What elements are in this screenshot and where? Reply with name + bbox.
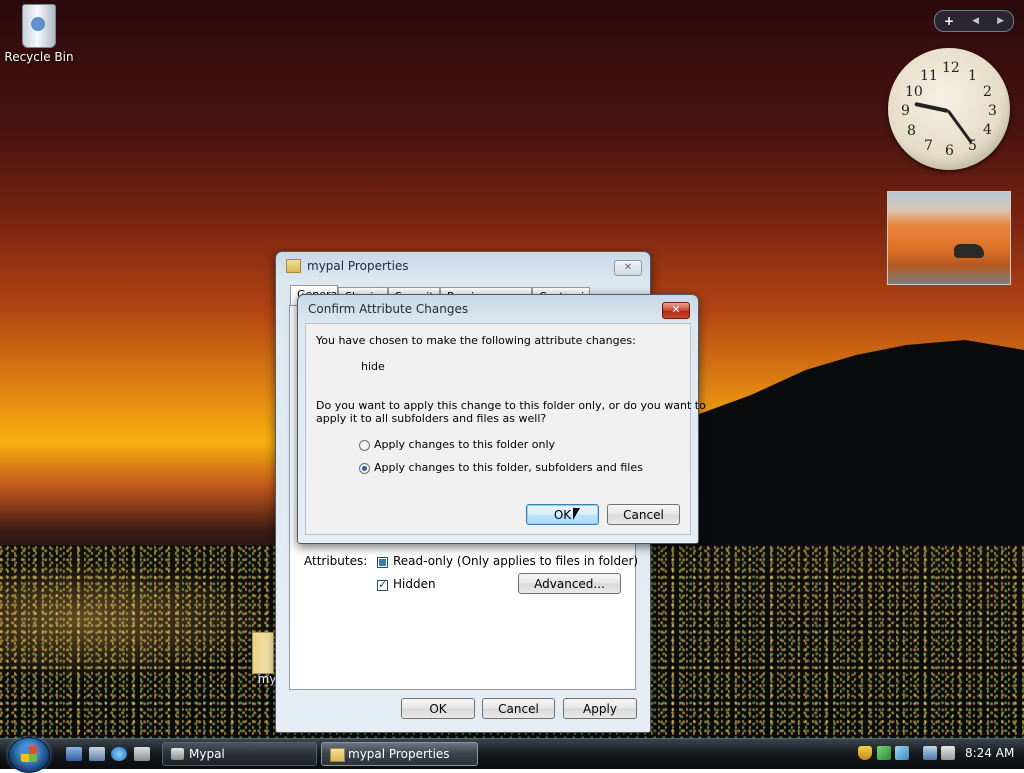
properties-apply-button[interactable]: Apply [563, 698, 637, 719]
confirm-title: Confirm Attribute Changes [308, 302, 469, 316]
recycle-bin-label: Recycle Bin [4, 50, 74, 64]
clock-number-7: 7 [924, 138, 933, 154]
prev-gadget-button[interactable]: ◀ [972, 16, 979, 26]
sidebar-controls: + ◀ ▶ [934, 10, 1014, 32]
defender-icon[interactable] [877, 746, 891, 760]
radio-all-subfolders-label[interactable]: Apply changes to this folder, subfolders… [374, 461, 643, 474]
taskbar-item-mypal[interactable]: Mypal [162, 742, 317, 766]
properties-title: mypal Properties [307, 259, 409, 273]
folder-icon [252, 632, 274, 674]
system-tray: 8:24 AM [855, 743, 1024, 765]
clock-number-2: 2 [983, 84, 992, 100]
clock-minute-hand [946, 109, 973, 144]
update-icon[interactable] [895, 746, 909, 760]
mouse-cursor-icon [573, 508, 580, 520]
switch-windows-icon[interactable] [89, 747, 105, 761]
clock-number-12: 12 [942, 60, 960, 76]
advanced-button[interactable]: Advanced... [518, 573, 621, 594]
confirm-ok-button[interactable]: OK [526, 504, 599, 525]
properties-titlebar[interactable]: mypal Properties [276, 252, 650, 280]
change-item: hide [361, 360, 385, 373]
hidden-label: Hidden [393, 577, 436, 591]
radio-all-subfolders[interactable] [359, 463, 370, 474]
confirm-attribute-dialog: Confirm Attribute Changes ✕ You have cho… [297, 294, 706, 544]
clock-number-8: 8 [907, 123, 916, 139]
confirm-question-line1: Do you want to apply this change to this… [316, 399, 706, 412]
mypal-quicklaunch-icon[interactable] [134, 747, 150, 761]
internet-explorer-icon[interactable] [111, 747, 127, 761]
confirm-cancel-button[interactable]: Cancel [607, 504, 680, 525]
folder-icon [330, 748, 345, 762]
confirm-close-button[interactable]: ✕ [662, 302, 690, 319]
taskbar-item-properties-label: mypal Properties [348, 747, 450, 761]
clock-number-10: 10 [905, 84, 923, 100]
readonly-label: Read-only (Only applies to files in fold… [393, 554, 639, 568]
clock-number-4: 4 [983, 122, 992, 138]
network-icon[interactable] [923, 746, 937, 760]
folder-icon [286, 259, 301, 273]
windows-logo-icon [21, 746, 37, 762]
radio-folder-only[interactable] [359, 440, 370, 451]
hidden-checkbox[interactable] [377, 578, 388, 591]
slideshow-gadget[interactable] [887, 191, 1011, 285]
show-desktop-icon[interactable] [66, 747, 82, 761]
add-gadget-button[interactable]: + [944, 14, 954, 28]
clock-hour-hand [914, 101, 949, 113]
confirm-titlebar[interactable]: Confirm Attribute Changes [298, 295, 698, 323]
clock-number-9: 9 [901, 103, 910, 119]
readonly-checkbox[interactable] [377, 557, 388, 568]
clock-gadget[interactable]: 12 1 2 3 4 5 6 7 8 9 10 11 [888, 48, 1010, 170]
city-glow [0, 560, 280, 680]
taskbar-item-properties[interactable]: mypal Properties [321, 742, 478, 766]
attributes-label: Attributes: [304, 554, 368, 568]
taskbar: Mypal mypal Properties 8:24 AM [0, 737, 1024, 773]
radio-folder-only-label[interactable]: Apply changes to this folder only [374, 438, 555, 451]
recycle-bin-shortcut[interactable]: Recycle Bin [4, 2, 74, 64]
taskbar-clock[interactable]: 8:24 AM [965, 746, 1014, 760]
recycle-bin-icon [22, 4, 56, 48]
mypal-app-icon [171, 748, 184, 760]
clock-number-3: 3 [988, 103, 997, 119]
clock-number-11: 11 [920, 68, 938, 84]
confirm-question-line2: apply it to all subfolders and files as … [316, 412, 547, 425]
next-gadget-button[interactable]: ▶ [997, 16, 1004, 26]
volume-muted-icon[interactable] [941, 746, 955, 760]
confirm-content: You have chosen to make the following at… [305, 323, 706, 535]
properties-ok-button[interactable]: OK [401, 698, 475, 719]
properties-close-button[interactable]: ✕ [614, 260, 642, 276]
oryx-silhouette [954, 244, 984, 258]
clock-number-6: 6 [945, 143, 954, 159]
clock-number-1: 1 [968, 68, 977, 84]
security-shield-icon[interactable] [858, 746, 872, 760]
properties-cancel-button[interactable]: Cancel [482, 698, 555, 719]
confirm-intro-text: You have chosen to make the following at… [316, 334, 636, 347]
taskbar-item-mypal-label: Mypal [189, 747, 225, 761]
